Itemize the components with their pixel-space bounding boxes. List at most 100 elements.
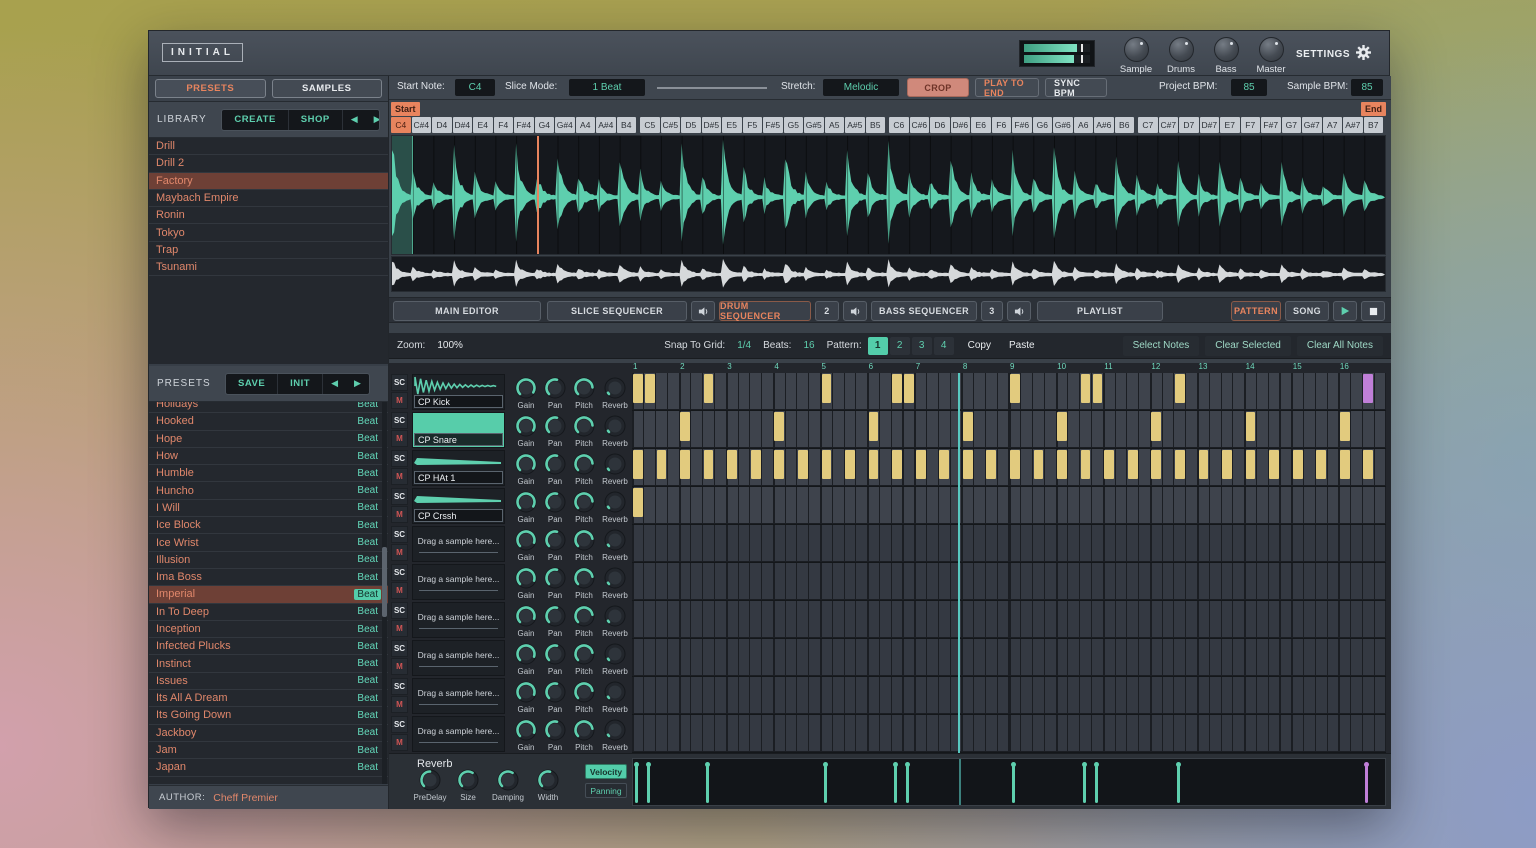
- grid-cell[interactable]: [1115, 487, 1127, 523]
- preset-item[interactable]: Hooked Beat: [149, 413, 388, 431]
- sample-name[interactable]: CP Snare: [414, 433, 503, 446]
- grid-cell[interactable]: [691, 373, 703, 409]
- solo-cut-button[interactable]: SC: [391, 526, 408, 543]
- grid-cell[interactable]: [938, 601, 950, 637]
- library-item[interactable]: Ronin: [149, 207, 388, 225]
- step-note[interactable]: [703, 374, 714, 403]
- grid-cell[interactable]: [1186, 677, 1197, 713]
- grid-cell[interactable]: [762, 411, 773, 447]
- grid-cell[interactable]: [703, 563, 714, 599]
- channel-knob-gain[interactable]: Gain: [511, 376, 541, 410]
- grid-cell[interactable]: [1127, 487, 1139, 523]
- pattern-4-button[interactable]: 4: [933, 336, 954, 355]
- grid-cell[interactable]: [809, 525, 820, 561]
- grid-cell[interactable]: [1115, 639, 1127, 675]
- step-note[interactable]: [904, 374, 914, 403]
- grid-cell[interactable]: [916, 639, 927, 675]
- grid-cell[interactable]: [938, 525, 950, 561]
- grid-cell[interactable]: [762, 525, 773, 561]
- channel-knob-pitch[interactable]: Pitch: [569, 642, 599, 676]
- grid-cell[interactable]: [1209, 639, 1221, 675]
- grid-cell[interactable]: [832, 601, 844, 637]
- grid-cell[interactable]: [1374, 525, 1386, 561]
- grid-cell[interactable]: [691, 639, 703, 675]
- grid-cell[interactable]: [691, 487, 703, 523]
- grid-cell[interactable]: [938, 373, 950, 409]
- grid-cell[interactable]: [680, 563, 691, 599]
- grid-cell[interactable]: [1174, 411, 1186, 447]
- channel-knob-pitch[interactable]: Pitch: [569, 604, 599, 638]
- grid-cell[interactable]: [916, 715, 927, 751]
- grid-cell[interactable]: [1021, 487, 1033, 523]
- knob-cap[interactable]: [1258, 37, 1284, 62]
- grid-cell[interactable]: [1315, 487, 1327, 523]
- grid-cell[interactable]: [1092, 677, 1103, 713]
- grid-cell[interactable]: [1057, 373, 1068, 409]
- step-note[interactable]: [892, 450, 902, 479]
- grid-cell[interactable]: [1092, 487, 1103, 523]
- grid-cell[interactable]: [1010, 639, 1021, 675]
- grid-cell[interactable]: [903, 715, 915, 751]
- grid-cell[interactable]: [1139, 449, 1150, 485]
- tab-main-editor[interactable]: MAIN EDITOR: [393, 301, 541, 321]
- grid-cell[interactable]: [727, 411, 738, 447]
- grid-cell[interactable]: [738, 715, 750, 751]
- grid-cell[interactable]: [1186, 373, 1197, 409]
- grid-cell[interactable]: [1351, 411, 1362, 447]
- grid-cell[interactable]: [891, 677, 903, 713]
- grid-cell[interactable]: [974, 563, 985, 599]
- grid-cell[interactable]: [1268, 677, 1280, 713]
- drum-audition-speaker-icon[interactable]: [843, 301, 867, 321]
- grid-cell[interactable]: [903, 525, 915, 561]
- grid-cell[interactable]: [1351, 449, 1362, 485]
- grid-cell[interactable]: [644, 639, 656, 675]
- channel-knob-pitch[interactable]: Pitch: [569, 528, 599, 562]
- velocity-marker[interactable]: [1081, 762, 1087, 803]
- empty-sample-slot[interactable]: Drag a sample here...: [412, 716, 505, 752]
- grid-cell[interactable]: [903, 487, 915, 523]
- drum-sequencer-number[interactable]: 2: [815, 301, 839, 321]
- grid-cell[interactable]: [750, 525, 762, 561]
- tab-presets[interactable]: PRESETS: [155, 79, 266, 98]
- step-note[interactable]: [1363, 374, 1374, 403]
- empty-sample-slot[interactable]: Drag a sample here...: [412, 564, 505, 600]
- note-cell-F6[interactable]: F6: [991, 117, 1011, 133]
- library-prev-icon[interactable]: ◀: [343, 114, 366, 125]
- grid-cell[interactable]: [1221, 601, 1233, 637]
- grid-cell[interactable]: [1092, 449, 1103, 485]
- grid-cell[interactable]: [1127, 525, 1139, 561]
- grid-cell[interactable]: [1127, 411, 1139, 447]
- grid-cell[interactable]: [1044, 639, 1056, 675]
- grid-cell[interactable]: [856, 373, 868, 409]
- grid-cell[interactable]: [715, 677, 726, 713]
- grid-cell[interactable]: [1068, 373, 1080, 409]
- sample-bpm-value[interactable]: 85: [1351, 79, 1383, 96]
- grid-cell[interactable]: [1174, 677, 1186, 713]
- mute-button[interactable]: M: [391, 430, 408, 447]
- grid-cell[interactable]: [1127, 677, 1139, 713]
- song-mode-button[interactable]: SONG: [1285, 301, 1329, 321]
- grid-cell[interactable]: [633, 601, 644, 637]
- preset-item[interactable]: Ima Boss Beat: [149, 569, 388, 587]
- grid-cell[interactable]: [1374, 487, 1386, 523]
- grid-cell[interactable]: [1080, 487, 1091, 523]
- step-note[interactable]: [1245, 450, 1256, 479]
- grid-cell[interactable]: [762, 639, 773, 675]
- channel-knob-gain[interactable]: Gain: [511, 566, 541, 600]
- grid-cell[interactable]: [856, 411, 868, 447]
- grid-cell[interactable]: [1151, 601, 1162, 637]
- grid-cell[interactable]: [822, 525, 832, 561]
- master-knob-bass[interactable]: Bass: [1204, 37, 1248, 75]
- grid-cell[interactable]: [1351, 563, 1362, 599]
- sync-bpm-button[interactable]: SYNC BPM: [1045, 78, 1107, 98]
- grid-cell[interactable]: [785, 487, 797, 523]
- grid-cell[interactable]: [1068, 715, 1080, 751]
- grid-cell[interactable]: [1151, 563, 1162, 599]
- grid-cell[interactable]: [1068, 639, 1080, 675]
- channel-knob-pitch[interactable]: Pitch: [569, 566, 599, 600]
- grid-cell[interactable]: [797, 373, 809, 409]
- grid-cell[interactable]: [1221, 487, 1233, 523]
- grid-cell[interactable]: [869, 639, 879, 675]
- grid-cell[interactable]: [750, 601, 762, 637]
- grid-cell[interactable]: [1340, 677, 1351, 713]
